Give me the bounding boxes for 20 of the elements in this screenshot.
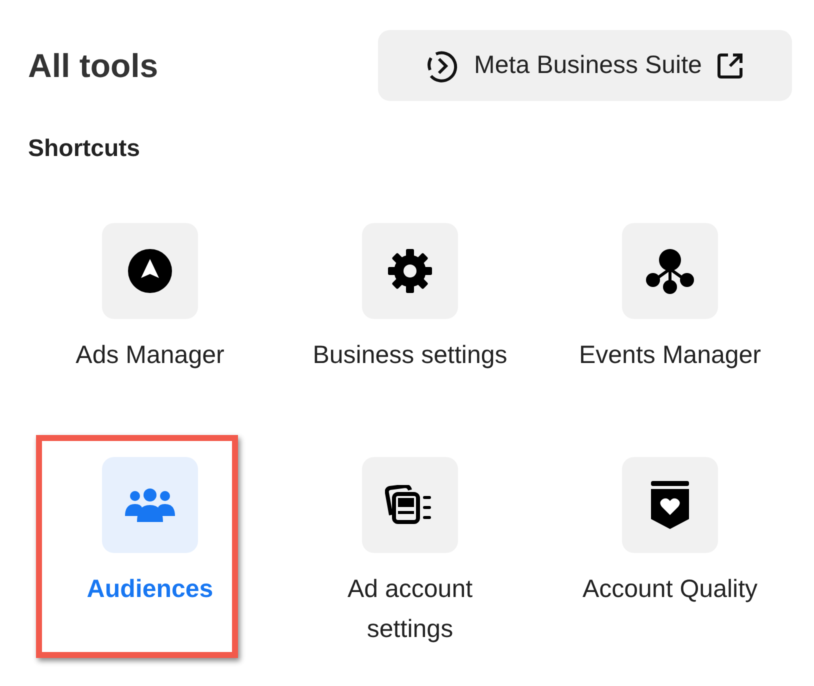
shield-heart-icon (651, 481, 689, 529)
shortcut-tile[interactable] (102, 223, 198, 319)
shortcut-label[interactable]: Events Manager (570, 335, 770, 375)
shortcut-tile[interactable] (622, 457, 718, 553)
network-nodes-icon (646, 247, 694, 295)
shortcut-label[interactable]: Ad account settings (310, 569, 510, 649)
meta-business-suite-button[interactable]: Meta Business Suite (378, 30, 792, 101)
shortcut-label[interactable]: Account Quality (570, 569, 770, 609)
shortcut-label[interactable]: Business settings (310, 335, 510, 375)
section-heading: Shortcuts (28, 135, 142, 163)
shortcut-tile[interactable] (622, 223, 718, 319)
people-group-icon (125, 488, 175, 522)
shortcut-label[interactable]: Audiences (50, 569, 250, 609)
shortcut-tile[interactable] (102, 457, 198, 553)
shortcut-label[interactable]: Ads Manager (50, 335, 250, 375)
settings-icon (387, 248, 433, 294)
page-title: All tools (28, 46, 158, 84)
shortcut-tile[interactable] (362, 223, 458, 319)
external-link-icon (716, 52, 744, 80)
shortcut-tile[interactable] (362, 457, 458, 553)
